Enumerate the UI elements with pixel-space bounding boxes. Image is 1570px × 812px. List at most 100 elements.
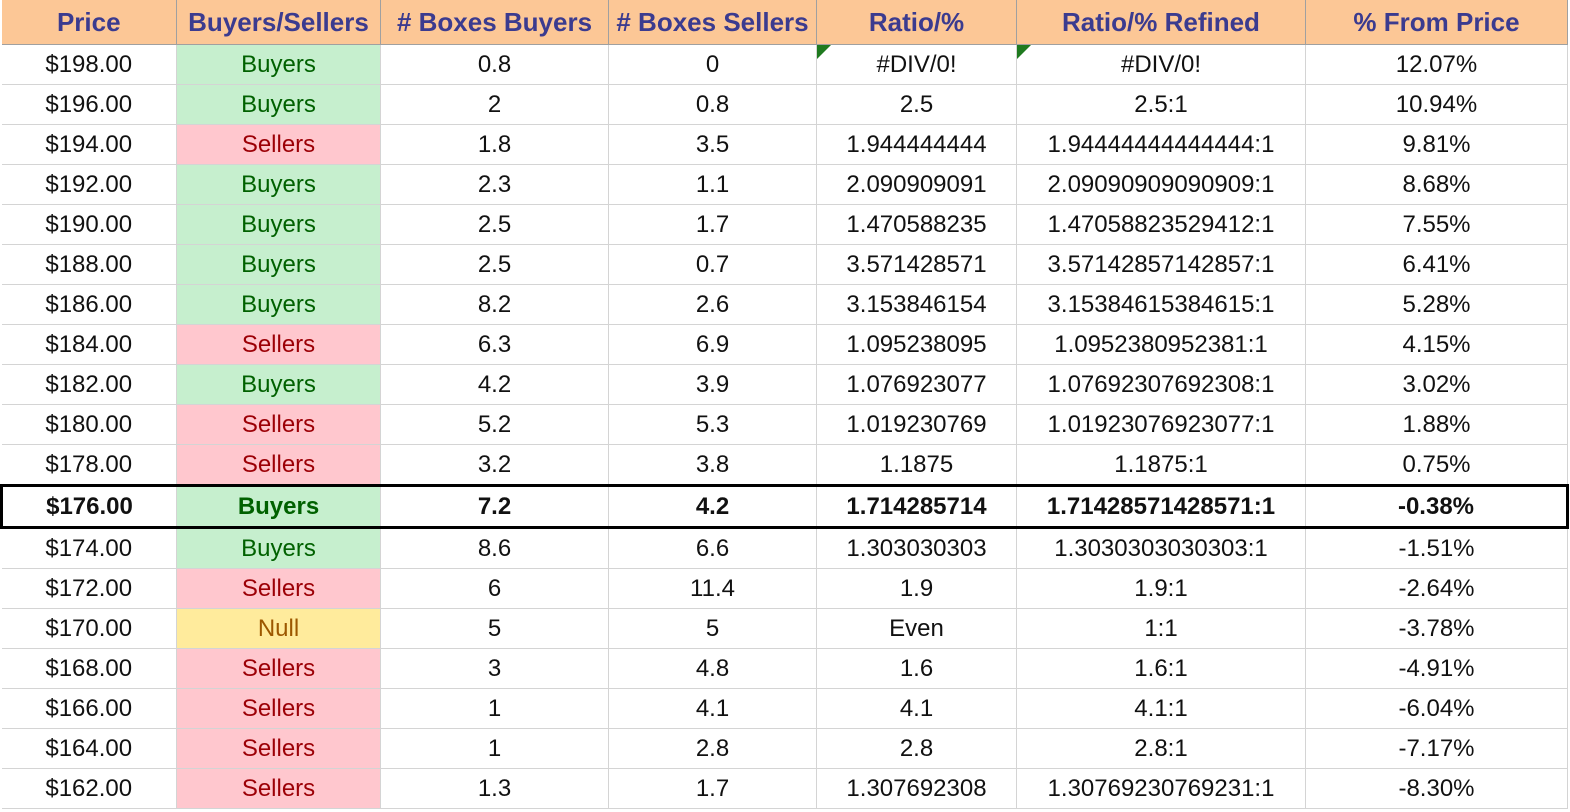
price-cell[interactable]: $192.00: [1, 164, 177, 205]
side-cell[interactable]: Sellers: [176, 404, 381, 445]
from-price-cell[interactable]: -3.78%: [1305, 608, 1568, 649]
ratio-refined-cell[interactable]: 3.15384615384615:1: [1016, 284, 1306, 325]
price-cell[interactable]: $194.00: [1, 124, 177, 165]
boxes-sellers-cell[interactable]: 0.8: [608, 84, 817, 125]
ratio-cell[interactable]: 1.307692308: [816, 768, 1017, 809]
ratio-refined-cell[interactable]: 2.8:1: [1016, 728, 1306, 769]
boxes-sellers-cell[interactable]: 6.6: [608, 527, 817, 569]
boxes-sellers-cell[interactable]: 3.9: [608, 364, 817, 405]
from-price-cell[interactable]: -0.38%: [1305, 484, 1569, 529]
ratio-refined-cell[interactable]: 1.1875:1: [1016, 444, 1306, 486]
header-boxes-sellers[interactable]: # Boxes Sellers: [608, 0, 817, 45]
ratio-cell[interactable]: 2.090909091: [816, 164, 1017, 205]
ratio-cell[interactable]: 1.714285714: [816, 484, 1017, 529]
boxes-buyers-cell[interactable]: 7.2: [380, 484, 609, 529]
from-price-cell[interactable]: 0.75%: [1305, 444, 1568, 486]
ratio-cell[interactable]: 2.5: [816, 84, 1017, 125]
from-price-cell[interactable]: 8.68%: [1305, 164, 1568, 205]
boxes-buyers-cell[interactable]: 2: [380, 84, 609, 125]
side-cell[interactable]: Sellers: [176, 768, 381, 809]
boxes-buyers-cell[interactable]: 3.2: [380, 444, 609, 486]
price-cell[interactable]: $198.00: [1, 44, 177, 85]
ratio-refined-cell[interactable]: 1.30769230769231:1: [1016, 768, 1306, 809]
side-cell[interactable]: Sellers: [176, 444, 381, 486]
side-cell[interactable]: Buyers: [176, 484, 381, 529]
price-cell[interactable]: $170.00: [1, 608, 177, 649]
ratio-refined-cell[interactable]: #DIV/0!: [1016, 44, 1306, 85]
boxes-sellers-cell[interactable]: 1.7: [608, 204, 817, 245]
price-cell[interactable]: $188.00: [1, 244, 177, 285]
from-price-cell[interactable]: 10.94%: [1305, 84, 1568, 125]
from-price-cell[interactable]: 1.88%: [1305, 404, 1568, 445]
boxes-sellers-cell[interactable]: 3.5: [608, 124, 817, 165]
price-cell[interactable]: $174.00: [1, 527, 177, 569]
ratio-cell[interactable]: 1.019230769: [816, 404, 1017, 445]
boxes-buyers-cell[interactable]: 5: [380, 608, 609, 649]
from-price-cell[interactable]: -7.17%: [1305, 728, 1568, 769]
boxes-buyers-cell[interactable]: 6.3: [380, 324, 609, 365]
ratio-cell[interactable]: #DIV/0!: [816, 44, 1017, 85]
boxes-buyers-cell[interactable]: 1.8: [380, 124, 609, 165]
ratio-cell[interactable]: 1.470588235: [816, 204, 1017, 245]
side-cell[interactable]: Null: [176, 608, 381, 649]
side-cell[interactable]: Buyers: [176, 244, 381, 285]
ratio-refined-cell[interactable]: 1.3030303030303:1: [1016, 527, 1306, 569]
price-cell[interactable]: $162.00: [1, 768, 177, 809]
header-buyers-sellers[interactable]: Buyers/Sellers: [176, 0, 381, 45]
boxes-sellers-cell[interactable]: 4.1: [608, 688, 817, 729]
boxes-buyers-cell[interactable]: 0.8: [380, 44, 609, 85]
from-price-cell[interactable]: 5.28%: [1305, 284, 1568, 325]
ratio-cell[interactable]: 1.095238095: [816, 324, 1017, 365]
ratio-cell[interactable]: 1.303030303: [816, 527, 1017, 569]
side-cell[interactable]: Sellers: [176, 728, 381, 769]
from-price-cell[interactable]: 3.02%: [1305, 364, 1568, 405]
side-cell[interactable]: Buyers: [176, 84, 381, 125]
boxes-sellers-cell[interactable]: 2.6: [608, 284, 817, 325]
boxes-buyers-cell[interactable]: 3: [380, 648, 609, 689]
side-cell[interactable]: Sellers: [176, 688, 381, 729]
side-cell[interactable]: Sellers: [176, 648, 381, 689]
price-cell[interactable]: $164.00: [1, 728, 177, 769]
boxes-buyers-cell[interactable]: 8.6: [380, 527, 609, 569]
from-price-cell[interactable]: -4.91%: [1305, 648, 1568, 689]
header-ratio-refined[interactable]: Ratio/% Refined: [1016, 0, 1306, 45]
from-price-cell[interactable]: 12.07%: [1305, 44, 1568, 85]
price-cell[interactable]: $184.00: [1, 324, 177, 365]
boxes-buyers-cell[interactable]: 6: [380, 568, 609, 609]
boxes-buyers-cell[interactable]: 1: [380, 728, 609, 769]
ratio-refined-cell[interactable]: 1.01923076923077:1: [1016, 404, 1306, 445]
ratio-refined-cell[interactable]: 1.0952380952381:1: [1016, 324, 1306, 365]
ratio-cell[interactable]: 3.153846154: [816, 284, 1017, 325]
boxes-sellers-cell[interactable]: 1.1: [608, 164, 817, 205]
boxes-sellers-cell[interactable]: 1.7: [608, 768, 817, 809]
ratio-refined-cell[interactable]: 1.6:1: [1016, 648, 1306, 689]
boxes-sellers-cell[interactable]: 6.9: [608, 324, 817, 365]
ratio-cell[interactable]: 4.1: [816, 688, 1017, 729]
boxes-buyers-cell[interactable]: 8.2: [380, 284, 609, 325]
boxes-sellers-cell[interactable]: 5: [608, 608, 817, 649]
ratio-cell[interactable]: 2.8: [816, 728, 1017, 769]
ratio-cell[interactable]: 3.571428571: [816, 244, 1017, 285]
from-price-cell[interactable]: 9.81%: [1305, 124, 1568, 165]
side-cell[interactable]: Buyers: [176, 164, 381, 205]
price-cell[interactable]: $186.00: [1, 284, 177, 325]
from-price-cell[interactable]: -6.04%: [1305, 688, 1568, 729]
ratio-cell[interactable]: 1.944444444: [816, 124, 1017, 165]
boxes-sellers-cell[interactable]: 0: [608, 44, 817, 85]
from-price-cell[interactable]: 4.15%: [1305, 324, 1568, 365]
ratio-refined-cell[interactable]: 2.09090909090909:1: [1016, 164, 1306, 205]
ratio-refined-cell[interactable]: 1.9:1: [1016, 568, 1306, 609]
price-cell[interactable]: $172.00: [1, 568, 177, 609]
ratio-cell[interactable]: 1.076923077: [816, 364, 1017, 405]
price-cell[interactable]: $168.00: [1, 648, 177, 689]
from-price-cell[interactable]: -1.51%: [1305, 527, 1568, 569]
from-price-cell[interactable]: -8.30%: [1305, 768, 1568, 809]
boxes-buyers-cell[interactable]: 2.5: [380, 204, 609, 245]
side-cell[interactable]: Sellers: [176, 568, 381, 609]
header-ratio[interactable]: Ratio/%: [816, 0, 1017, 45]
boxes-sellers-cell[interactable]: 3.8: [608, 444, 817, 486]
price-cell[interactable]: $166.00: [1, 688, 177, 729]
side-cell[interactable]: Buyers: [176, 527, 381, 569]
boxes-sellers-cell[interactable]: 4.2: [608, 484, 817, 529]
price-cell[interactable]: $182.00: [1, 364, 177, 405]
